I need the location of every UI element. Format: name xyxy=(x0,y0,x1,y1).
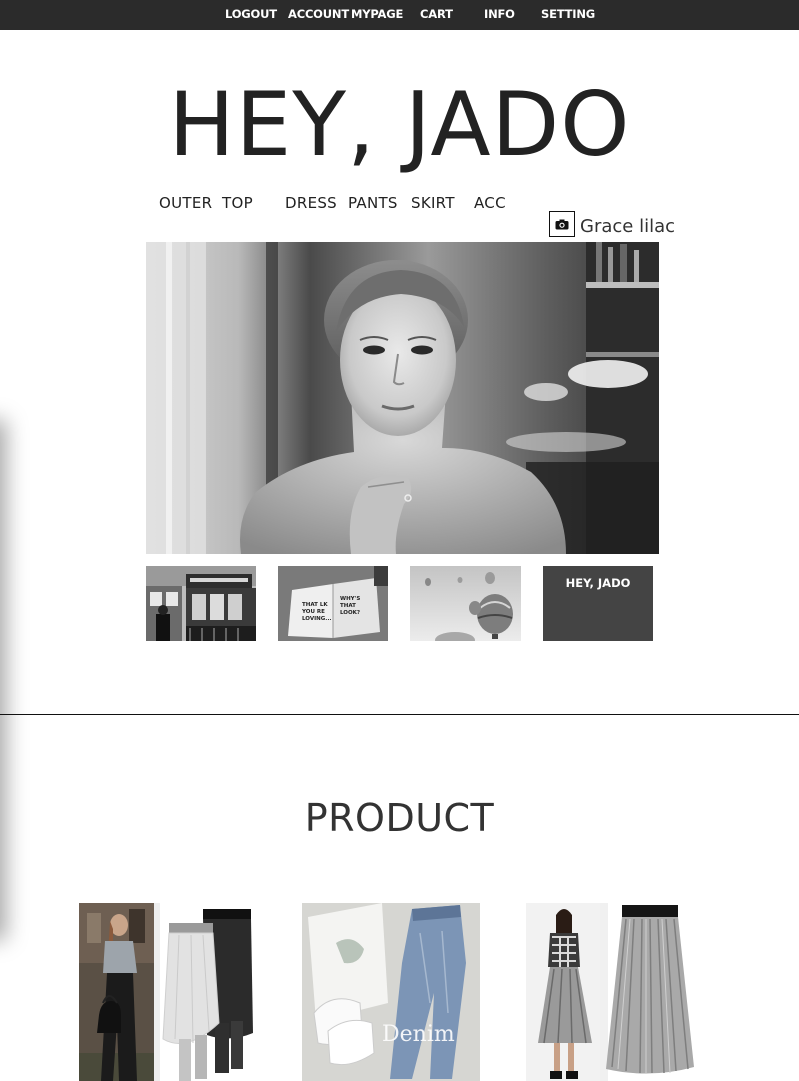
portrait-photo xyxy=(146,242,659,554)
camera-button[interactable] xyxy=(549,211,575,237)
setting-link[interactable]: SETTING xyxy=(541,7,595,21)
street-photo xyxy=(146,566,256,641)
thumbnail-balloons[interactable] xyxy=(410,566,521,641)
svg-text:YOU RE: YOU RE xyxy=(301,609,325,615)
top-navigation-bar: LOGOUT ACCOUNT MYPAGE CART INFO SETTING xyxy=(0,0,799,30)
account-link[interactable]: ACCOUNT xyxy=(288,7,349,21)
mypage-link[interactable]: MYPAGE xyxy=(351,7,403,21)
logout-link[interactable]: LOGOUT xyxy=(225,7,277,21)
book-photo: THAT LK YOU RE LOVING... WHY'S THAT LOOK… xyxy=(278,566,388,641)
category-dress[interactable]: DRESS xyxy=(285,194,337,212)
camera-icon xyxy=(555,219,569,229)
svg-text:LOVING...: LOVING... xyxy=(302,616,332,622)
layered-skirt-leggings-photo xyxy=(79,903,275,1081)
product-card-pleated-skirt[interactable] xyxy=(526,903,698,1081)
balloons-photo xyxy=(410,566,521,641)
category-outer[interactable]: OUTER xyxy=(159,194,212,212)
denim-flatlay-photo: Denim xyxy=(302,903,480,1081)
product-section-title: PRODUCT xyxy=(304,796,495,840)
product-card-denim[interactable]: Denim xyxy=(302,903,480,1081)
section-divider xyxy=(0,714,799,715)
thumbnail-brand-tile[interactable]: HEY, JADO xyxy=(543,566,653,641)
thumbnail-book[interactable]: THAT LK YOU RE LOVING... WHY'S THAT LOOK… xyxy=(278,566,388,641)
pleated-skirt-photo xyxy=(526,903,698,1081)
photo-credit-label[interactable]: Grace lilac xyxy=(580,216,675,237)
category-acc[interactable]: ACC xyxy=(474,194,506,212)
product-card-layered-skirt[interactable] xyxy=(79,903,275,1081)
svg-text:LOOK?: LOOK? xyxy=(340,610,360,616)
book-text-left: THAT LK xyxy=(302,602,328,608)
hero-portrait-image xyxy=(146,242,659,554)
category-skirt[interactable]: SKIRT xyxy=(411,194,455,212)
book-text-right: WHY'S xyxy=(340,596,360,602)
svg-text:THAT: THAT xyxy=(340,603,356,609)
brand-tile-label: HEY, JADO xyxy=(565,576,631,590)
thumbnail-street[interactable] xyxy=(146,566,256,641)
info-link[interactable]: INFO xyxy=(484,7,515,21)
category-pants[interactable]: PANTS xyxy=(348,194,398,212)
category-top[interactable]: TOP xyxy=(222,194,253,212)
cart-link[interactable]: CART xyxy=(420,7,453,21)
denim-caption: Denim xyxy=(382,1022,455,1047)
brand-logo-title[interactable]: HEY, JADO xyxy=(0,70,799,180)
